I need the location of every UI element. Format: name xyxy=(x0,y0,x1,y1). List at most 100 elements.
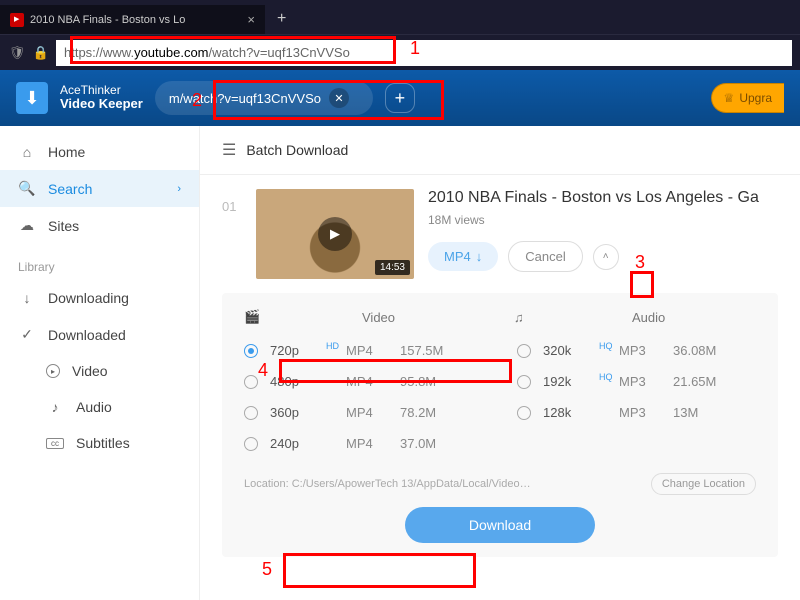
chevron-right-icon: › xyxy=(177,183,181,195)
sidebar-item-search[interactable]: 🔍 Search › xyxy=(0,170,199,207)
audio-section-label: Audio xyxy=(632,310,744,325)
format-quality: 240p xyxy=(270,436,324,451)
sidebar-item-home[interactable]: ⌂ Home xyxy=(0,134,199,170)
main-panel: ☰ Batch Download 01 ▶ 14:53 2010 NBA Fin… xyxy=(200,126,800,600)
youtube-favicon-icon xyxy=(10,13,24,27)
video-title: 2010 NBA Finals - Boston vs Los Angeles … xyxy=(428,189,778,207)
upgrade-button[interactable]: ♕ Upgra xyxy=(711,83,784,113)
add-url-button[interactable]: + xyxy=(385,83,415,113)
app-url-chip[interactable]: m/watch?v=uqf13CnVVSo ✕ xyxy=(155,81,373,115)
sidebar-item-label: Home xyxy=(48,144,85,160)
app-logo-icon: ⬇ xyxy=(16,82,48,114)
search-result: 01 ▶ 14:53 2010 NBA Finals - Boston vs L… xyxy=(200,175,800,557)
format-radio[interactable] xyxy=(244,375,258,389)
format-type: MP3 xyxy=(619,405,669,420)
format-badge: HD xyxy=(326,341,342,351)
download-button[interactable]: Download xyxy=(405,507,595,543)
annotation-number-4: 4 xyxy=(258,360,268,381)
sidebar-sub-subtitles[interactable]: cc Subtitles xyxy=(0,425,199,461)
mp4-quick-download-button[interactable]: MP4 ↓ xyxy=(428,242,498,271)
format-radio[interactable] xyxy=(517,406,531,420)
play-icon[interactable]: ▶ xyxy=(318,217,352,251)
format-size: 21.65M xyxy=(673,374,716,389)
format-badge: HQ xyxy=(599,341,615,351)
format-row[interactable]: 128k MP3 13M xyxy=(509,397,764,428)
sidebar-item-label: Downloaded xyxy=(48,327,126,343)
annotation-number-3: 3 xyxy=(635,252,645,273)
format-radio[interactable] xyxy=(517,375,531,389)
format-size: 157.5M xyxy=(400,343,443,358)
url-input[interactable]: https://www.youtube.com/watch?v=uqf13CnV… xyxy=(56,40,792,66)
annotation-number-5: 5 xyxy=(262,559,272,580)
browser-tab-bar: 2010 NBA Finals - Boston vs Lo × + xyxy=(0,0,800,34)
format-radio[interactable] xyxy=(244,437,258,451)
sidebar-sub-video[interactable]: ▸ Video xyxy=(0,353,199,389)
home-icon: ⌂ xyxy=(18,144,36,160)
format-radio[interactable] xyxy=(517,344,531,358)
sidebar-item-downloading[interactable]: ↓ Downloading xyxy=(0,280,199,316)
music-icon: ♪ xyxy=(46,399,64,415)
sidebar: ⌂ Home 🔍 Search › ☁ Sites Library ↓ Down… xyxy=(0,126,200,600)
video-thumbnail[interactable]: ▶ 14:53 xyxy=(256,189,414,279)
change-location-button[interactable]: Change Location xyxy=(651,473,756,495)
search-icon: 🔍 xyxy=(18,180,36,197)
sidebar-item-label: Subtitles xyxy=(76,435,130,451)
audio-formats-column: 320k HQ MP3 36.08M 192k HQ MP3 21.65M 12… xyxy=(509,335,764,459)
crown-icon: ♕ xyxy=(724,91,735,105)
format-type: MP3 xyxy=(619,374,669,389)
shield-icon[interactable]: 🛡 xyxy=(8,45,26,61)
format-quality: 360p xyxy=(270,405,324,420)
sidebar-item-label: Video xyxy=(72,363,108,379)
sidebar-item-label: Search xyxy=(48,181,92,197)
sidebar-item-label: Audio xyxy=(76,399,112,415)
format-row[interactable]: 480p MP4 95.8M xyxy=(236,366,491,397)
app-header: ⬇ AceThinker Video Keeper m/watch?v=uqf1… xyxy=(0,70,800,126)
cc-icon: cc xyxy=(46,438,64,449)
annotation-number-1: 1 xyxy=(410,38,420,59)
collapse-button[interactable]: ˄ xyxy=(593,244,619,270)
format-radio[interactable] xyxy=(244,406,258,420)
format-size: 37.0M xyxy=(400,436,436,451)
video-section-label: Video xyxy=(362,310,474,325)
download-icon: ↓ xyxy=(18,290,36,306)
sidebar-section-label: Library xyxy=(0,244,199,280)
video-section-icon: 🎬 xyxy=(244,309,356,325)
format-size: 36.08M xyxy=(673,343,716,358)
sidebar-item-sites[interactable]: ☁ Sites xyxy=(0,207,199,244)
play-circle-icon: ▸ xyxy=(46,364,60,378)
format-quality: 320k xyxy=(543,343,597,358)
format-type: MP3 xyxy=(619,343,669,358)
result-index: 01 xyxy=(222,189,242,279)
browser-tab[interactable]: 2010 NBA Finals - Boston vs Lo × xyxy=(0,5,265,34)
format-type: MP4 xyxy=(346,405,396,420)
format-row[interactable]: 360p MP4 78.2M xyxy=(236,397,491,428)
format-row[interactable]: 240p MP4 37.0M xyxy=(236,428,491,459)
sidebar-sub-audio[interactable]: ♪ Audio xyxy=(0,389,199,425)
format-size: 78.2M xyxy=(400,405,436,420)
format-row[interactable]: 320k HQ MP3 36.08M xyxy=(509,335,764,366)
video-formats-column: 720p HD MP4 157.5M 480p MP4 95.8M 360p M… xyxy=(236,335,491,459)
save-location-text: Location: C:/Users/ApowerTech 13/AppData… xyxy=(244,478,531,490)
format-size: 95.8M xyxy=(400,374,436,389)
download-icon: ↓ xyxy=(476,249,483,264)
format-quality: 192k xyxy=(543,374,597,389)
batch-download-bar[interactable]: ☰ Batch Download xyxy=(200,126,800,175)
sidebar-item-label: Downloading xyxy=(48,290,129,306)
format-type: MP4 xyxy=(346,343,396,358)
annotation-number-2: 2 xyxy=(192,90,202,111)
format-quality: 720p xyxy=(270,343,324,358)
cancel-button[interactable]: Cancel xyxy=(508,241,582,272)
sidebar-item-downloaded[interactable]: ✓ Downloaded xyxy=(0,316,199,353)
format-type: MP4 xyxy=(346,436,396,451)
close-tab-icon[interactable]: × xyxy=(247,12,255,27)
format-row[interactable]: 720p HD MP4 157.5M xyxy=(236,335,491,366)
lock-icon[interactable]: 🔒 xyxy=(32,45,50,61)
chip-clear-icon[interactable]: ✕ xyxy=(329,88,349,108)
new-tab-button[interactable]: + xyxy=(265,4,298,34)
format-quality: 480p xyxy=(270,374,324,389)
format-row[interactable]: 192k HQ MP3 21.65M xyxy=(509,366,764,397)
format-radio[interactable] xyxy=(244,344,258,358)
list-icon: ☰ xyxy=(222,140,236,160)
sidebar-item-label: Sites xyxy=(48,218,79,234)
format-type: MP4 xyxy=(346,374,396,389)
